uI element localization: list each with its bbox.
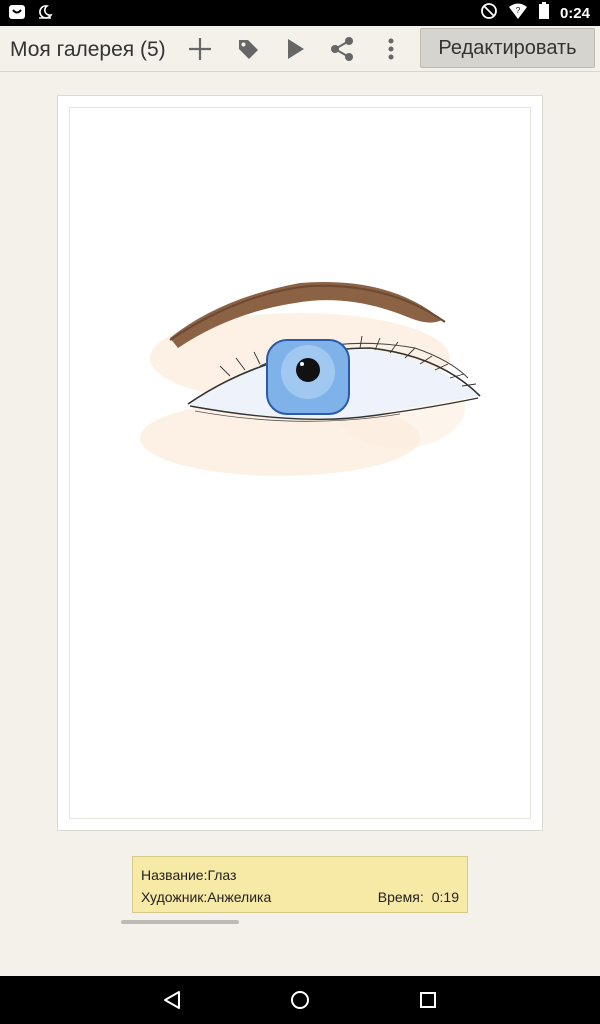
moon-icon <box>36 3 54 26</box>
eye-drawing <box>140 282 481 476</box>
tag-icon[interactable] <box>234 35 262 63</box>
recents-icon[interactable] <box>414 986 442 1014</box>
title-label: Название: <box>141 867 208 883</box>
navigation-bar <box>0 976 600 1024</box>
home-icon[interactable] <box>286 986 314 1014</box>
overflow-menu-icon[interactable] <box>377 35 405 63</box>
time-row: Время: 0:19 <box>378 889 459 905</box>
wifi-icon: ? <box>508 2 528 25</box>
back-icon[interactable] <box>158 986 186 1014</box>
dnd-icon <box>480 2 498 25</box>
gallery-title: Моя галерея (5) <box>10 38 166 61</box>
artist-value: Анжелика <box>207 889 272 905</box>
artwork-canvas[interactable] <box>69 107 531 819</box>
notification-icon <box>8 3 26 26</box>
artwork-frame <box>57 95 543 831</box>
artwork-info-panel: Название:Глаз Художник:Анжелика Время: 0:… <box>132 856 468 913</box>
edit-button[interactable]: Редактировать <box>420 28 595 68</box>
action-bar: Моя галерея (5) Редактировать <box>0 26 600 72</box>
status-time: 0:24 <box>559 4 590 22</box>
play-icon[interactable] <box>281 35 309 63</box>
time-label: Время: <box>377 889 424 905</box>
battery-icon <box>538 1 550 25</box>
scroll-indicator[interactable] <box>121 920 239 924</box>
status-bar: ? 0:24 <box>0 0 600 26</box>
artist-label: Художник: <box>141 889 208 905</box>
share-icon[interactable] <box>328 35 356 63</box>
artwork-title-row: Название:Глаз <box>141 867 236 883</box>
time-value: 0:19 <box>431 889 459 905</box>
svg-text:?: ? <box>516 6 521 15</box>
add-icon[interactable] <box>186 35 214 63</box>
artist-row: Художник:Анжелика <box>141 889 271 905</box>
title-value: Глаз <box>207 867 237 883</box>
